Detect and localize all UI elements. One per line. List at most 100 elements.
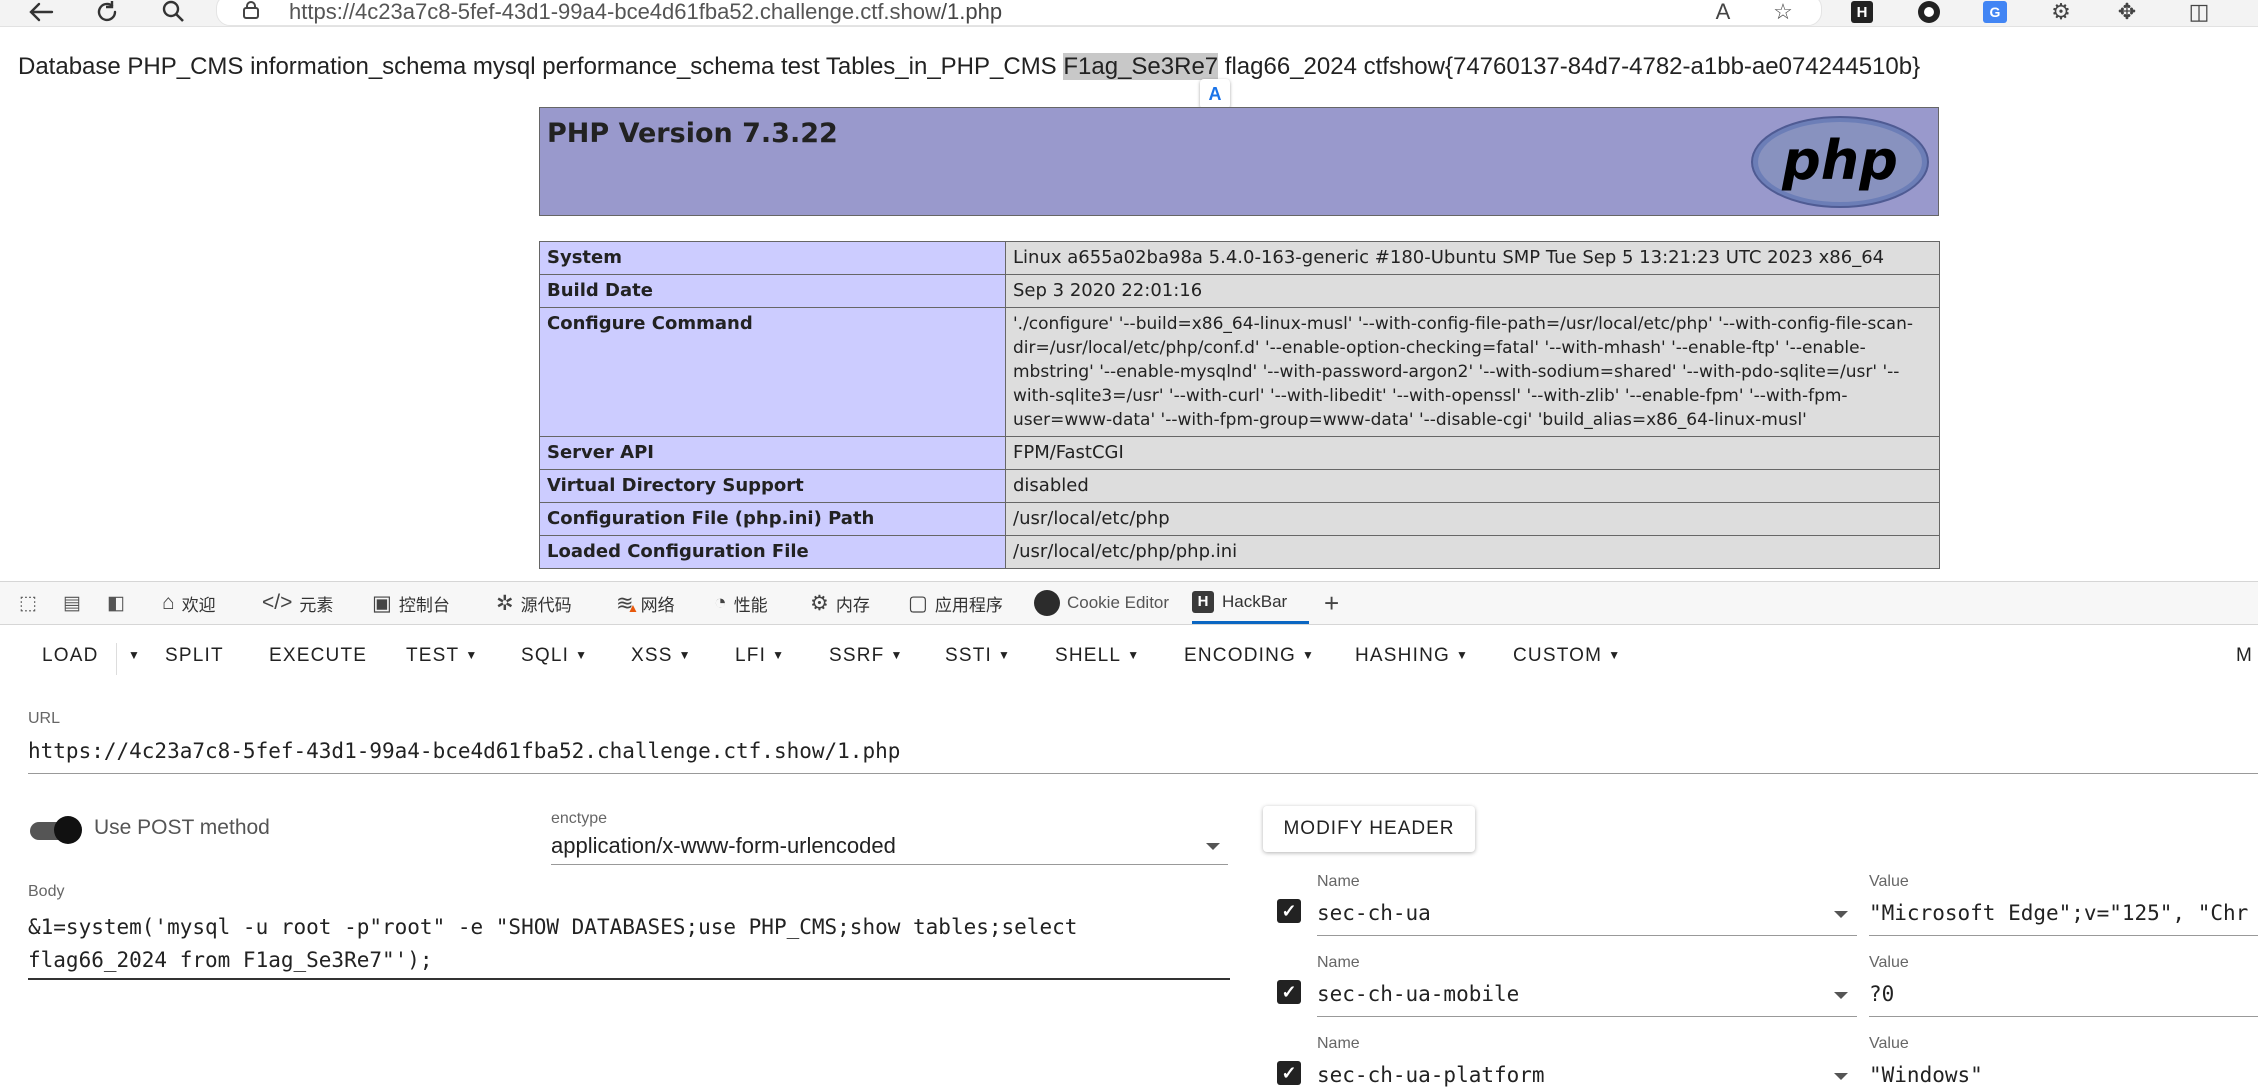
menu-label: XSS xyxy=(631,645,673,666)
header-value-label: Value xyxy=(1869,954,1909,971)
header-name-dropdown-icon[interactable] xyxy=(1834,911,1848,918)
menu-hashing[interactable]: HASHING ▼ xyxy=(1355,645,1469,667)
info-value: /usr/local/etc/php xyxy=(1005,502,1940,536)
translate-extension-icon[interactable]: G xyxy=(1978,0,2012,24)
caret-down-icon: ▼ xyxy=(1127,648,1141,662)
menu-label: LOAD xyxy=(42,645,99,666)
settings-gear-icon[interactable]: ⚙ xyxy=(2044,0,2078,24)
translate-badge-glyph: A xyxy=(1208,83,1222,104)
caret-down-icon: ▼ xyxy=(998,648,1012,662)
favorite-star-icon[interactable]: ☆ xyxy=(1766,0,1800,24)
tab-memory[interactable]: ⚙ 内存 xyxy=(810,582,870,624)
devtools-tabbar: ⬚ ▤ ◧ ⌂ 欢迎 </> 元素 ▣ 控制台 ✲ 源代码 ≋ ▲ 网络 ◔ 性能 ⚙ 内存 ▢… xyxy=(0,581,2258,625)
post-method-label: Use POST method xyxy=(94,816,270,839)
header-name-input[interactable]: sec-ch-ua xyxy=(1317,901,1431,925)
header-value-input[interactable]: "Windows" xyxy=(1869,1063,1983,1087)
menu-ssrf[interactable]: SSRF ▼ xyxy=(829,645,904,667)
translate-selection-icon[interactable]: A xyxy=(1200,79,1230,109)
dock-side-icon[interactable]: ◧ xyxy=(104,591,128,615)
info-value: /usr/local/etc/php/php.ini xyxy=(1005,535,1940,569)
header-value-input[interactable]: ?0 xyxy=(1869,982,1894,1006)
menu-xss[interactable]: XSS ▼ xyxy=(631,645,692,667)
caret-down-icon: ▼ xyxy=(678,648,692,662)
menu-label: SHELL xyxy=(1055,645,1122,666)
header-name-underline xyxy=(1317,935,1857,936)
url-label: URL xyxy=(28,710,61,727)
split-screen-icon[interactable]: ◫ xyxy=(2182,0,2216,24)
menu-sqli[interactable]: SQLI ▼ xyxy=(521,645,588,667)
search-icon[interactable] xyxy=(158,0,188,24)
read-aloud-icon[interactable]: A xyxy=(1706,0,1740,24)
header-name-dropdown-icon[interactable] xyxy=(1834,992,1848,999)
post-method-toggle[interactable] xyxy=(30,814,82,846)
header-name-label: Name xyxy=(1317,954,1360,971)
tab-elements[interactable]: </> 元素 xyxy=(262,582,333,624)
table-row: Server API FPM/FastCGI xyxy=(539,436,1940,470)
body-underline xyxy=(28,978,1230,980)
tab-label: 源代码 xyxy=(520,595,572,615)
menu-split[interactable]: SPLIT xyxy=(165,645,224,667)
header-checkbox[interactable]: ✓ xyxy=(1277,899,1301,923)
tab-label: 应用程序 xyxy=(934,595,1003,615)
tab-label: 网络 xyxy=(640,595,675,615)
menu-shell[interactable]: SHELL ▼ xyxy=(1055,645,1140,667)
header-checkbox[interactable]: ✓ xyxy=(1277,1061,1301,1085)
body-textarea[interactable]: &1=system('mysql -u root -p"root" -e "SH… xyxy=(28,911,1077,977)
modify-header-button[interactable]: MODIFY HEADER xyxy=(1263,806,1475,852)
command-output: Database PHP_CMS information_schema mysq… xyxy=(18,53,1920,81)
tab-hackbar[interactable]: H HackBar xyxy=(1192,582,1310,624)
header-name-input[interactable]: sec-ch-ua-mobile xyxy=(1317,982,1519,1006)
menu-execute[interactable]: EXECUTE xyxy=(269,645,367,667)
tab-welcome[interactable]: ⌂ 欢迎 xyxy=(162,582,216,624)
menu-custom[interactable]: CUSTOM ▼ xyxy=(1513,645,1621,667)
menu-test[interactable]: TEST ▼ xyxy=(406,645,478,667)
tab-performance[interactable]: ◔ 性能 xyxy=(714,582,768,624)
info-key: Build Date xyxy=(539,274,1006,308)
info-value: './configure' '--build=x86_64-linux-musl… xyxy=(1005,307,1940,437)
extensions-puzzle-icon[interactable]: ✥ xyxy=(2110,0,2144,24)
tab-application[interactable]: ▢ 应用程序 xyxy=(908,582,1003,624)
php-logo-text: php xyxy=(1781,129,1898,192)
table-row: Configure Command './configure' '--build… xyxy=(539,307,1940,437)
menu-label: CUSTOM xyxy=(1513,645,1603,666)
php-logo[interactable]: php xyxy=(1750,115,1930,210)
caret-down-icon: ▼ xyxy=(465,648,479,662)
enctype-dropdown-icon[interactable] xyxy=(1206,843,1220,850)
tab-cookie-editor[interactable]: Cookie Editor xyxy=(1034,582,1169,624)
header-value-label: Value xyxy=(1869,873,1909,890)
header-value-input[interactable]: "Microsoft Edge";v="125", "Chr xyxy=(1869,901,2248,925)
menu-lfi[interactable]: LFI ▼ xyxy=(735,645,785,667)
menu-label: SSTI xyxy=(945,645,993,666)
inspect-element-icon[interactable]: ⬚ xyxy=(16,591,40,615)
menu-ssti[interactable]: SSTI ▼ xyxy=(945,645,1011,667)
menu-encoding[interactable]: ENCODING ▼ xyxy=(1184,645,1315,667)
tab-network[interactable]: ≋ ▲ 网络 xyxy=(616,582,675,624)
tab-label: 控制台 xyxy=(398,595,450,615)
address-path: /1.php xyxy=(940,0,1003,24)
address-url[interactable]: https://4c23a7c8-5fef-43d1-99a4-bce4d61f… xyxy=(289,0,1002,25)
menu-label: EXECUTE xyxy=(269,645,368,666)
menu-overflow[interactable]: M xyxy=(2236,645,2253,667)
menu-load-dropdown[interactable]: ▼ xyxy=(122,645,141,667)
refresh-icon[interactable] xyxy=(92,0,122,24)
tab-console[interactable]: ▣ 控制台 xyxy=(372,582,450,624)
caret-down-icon: ▼ xyxy=(1608,648,1622,662)
tab-label: 内存 xyxy=(835,595,870,615)
info-key: Loaded Configuration File xyxy=(539,535,1006,569)
header-checkbox[interactable]: ✓ xyxy=(1277,980,1301,1004)
url-input[interactable]: https://4c23a7c8-5fef-43d1-99a4-bce4d61f… xyxy=(28,739,900,763)
header-value-label: Value xyxy=(1869,1035,1909,1052)
header-name-input[interactable]: sec-ch-ua-platform xyxy=(1317,1063,1545,1087)
device-emulation-icon[interactable]: ▤ xyxy=(60,591,84,615)
tab-sources[interactable]: ✲ 源代码 xyxy=(496,582,572,624)
lock-icon[interactable] xyxy=(243,1,259,19)
menu-label: TEST xyxy=(406,645,460,666)
back-arrow-icon[interactable] xyxy=(26,0,56,24)
enctype-select[interactable]: application/x-www-form-urlencoded xyxy=(551,833,896,859)
extension-circle-icon[interactable] xyxy=(1912,0,1946,24)
address-bar[interactable]: https://4c23a7c8-5fef-43d1-99a4-bce4d61f… xyxy=(216,0,1822,26)
extension-h-icon[interactable]: H xyxy=(1845,0,1879,24)
menu-load[interactable]: LOAD xyxy=(42,645,99,667)
add-tab-button[interactable]: + xyxy=(1324,582,1339,624)
enctype-underline xyxy=(551,864,1228,865)
